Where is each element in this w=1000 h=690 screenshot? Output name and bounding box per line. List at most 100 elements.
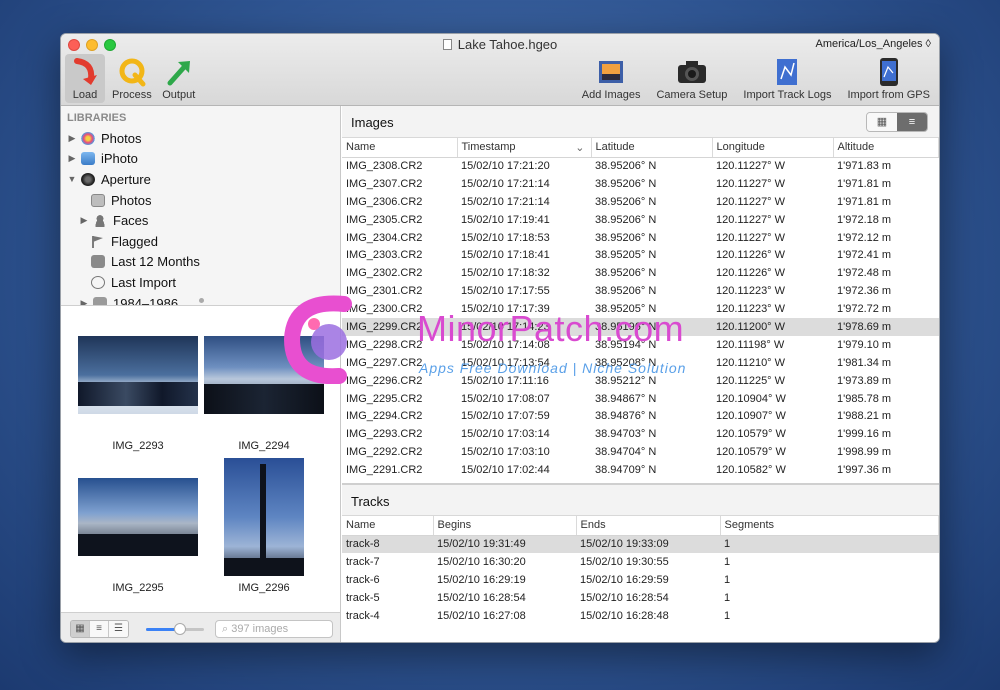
- table-cell: 38.95206° N: [595, 267, 657, 280]
- tracks-column-header[interactable]: Name: [342, 516, 434, 536]
- image-row[interactable]: IMG_2305.CR2 15/02/10 17:19:41 38.95206° N…: [342, 211, 939, 229]
- table-cell: 15/02/10 17:02:44: [461, 464, 550, 477]
- list-view-button[interactable]: ≡: [897, 113, 927, 131]
- images-table-container[interactable]: Name Timestamp ⌄ Latitude Longitude Altitude …: [342, 138, 939, 484]
- image-row[interactable]: IMG_2294.CR2 15/02/10 17:07:59 38.94876° N…: [342, 407, 939, 425]
- sidebar-item-aperture-photos[interactable]: Photos: [61, 190, 340, 211]
- process-q-icon: [115, 56, 149, 88]
- table-cell: 1'978.69 m: [833, 318, 939, 336]
- images-table-body: IMG_2308.CR2 15/02/10 17:21:20 38.95206° N…: [342, 157, 939, 483]
- import-track-logs-button[interactable]: Import Track Logs: [740, 54, 834, 103]
- table-cell: 1'981.34 m: [837, 356, 892, 369]
- image-row[interactable]: IMG_2307.CR2 15/02/10 17:21:14 38.95206° N…: [342, 175, 939, 193]
- table-cell: 15/02/10 19:33:09: [576, 535, 720, 553]
- images-column-header[interactable]: Longitude: [712, 138, 834, 158]
- table-cell: 38.94876° N: [595, 410, 657, 423]
- images-column-header[interactable]: Timestamp ⌄: [457, 138, 592, 158]
- table-cell: 1'971.81 m: [837, 195, 892, 208]
- tracks-column-header[interactable]: Begins: [433, 516, 577, 536]
- detail-view-icon[interactable]: ☰: [109, 621, 128, 637]
- thumbnail-size-slider[interactable]: [146, 623, 204, 635]
- image-search-field[interactable]: ⌕ 397 images: [215, 620, 333, 638]
- image-row[interactable]: IMG_2303.CR2 15/02/10 17:18:41 38.95205° N…: [342, 246, 939, 264]
- images-column-header[interactable]: Name: [342, 138, 458, 158]
- table-cell: 15/02/10 16:28:54: [580, 591, 669, 604]
- image-row[interactable]: IMG_2298.CR2 15/02/10 17:14:08 38.95194° N…: [342, 336, 939, 354]
- table-cell: 15/02/10 16:28:54: [437, 591, 526, 604]
- image-row[interactable]: IMG_2304.CR2 15/02/10 17:18:53 38.95206° N…: [342, 229, 939, 247]
- image-row[interactable]: IMG_2295.CR2 15/02/10 17:08:07 38.94867° N…: [342, 390, 939, 408]
- sort-chevron-icon: ⌄: [575, 141, 585, 154]
- track-row[interactable]: track-4 15/02/10 16:27:08 15/02/10 16:28:4…: [342, 607, 939, 625]
- load-button[interactable]: Load: [65, 54, 105, 103]
- image-row[interactable]: IMG_2292.CR2 15/02/10 17:03:10 38.94704° N…: [342, 443, 939, 461]
- tracks-column-header[interactable]: Ends: [576, 516, 721, 536]
- list-view-icon[interactable]: ≡: [90, 621, 109, 637]
- table-cell: 1'972.36 m: [837, 285, 892, 298]
- load-arrow-icon: [68, 56, 102, 88]
- sidebar-item-iphoto[interactable]: ▶ iPhoto: [61, 149, 340, 170]
- output-arrow-icon: [162, 56, 196, 88]
- output-button[interactable]: Output: [159, 54, 199, 103]
- add-images-button[interactable]: Add Images: [579, 54, 644, 103]
- tracks-column-header[interactable]: Segments: [720, 516, 939, 536]
- table-cell: 15/02/10 17:13:54: [461, 356, 550, 369]
- pane-splitter[interactable]: [199, 298, 204, 303]
- sidebar: LIBRARIES ▶ Photos ▶ iPhoto ▼ Aperture P…: [61, 106, 341, 642]
- table-cell: 15/02/10 19:31:49: [433, 535, 576, 553]
- thumbnail-img-2295[interactable]: IMG_2295: [78, 478, 198, 594]
- image-row[interactable]: IMG_2293.CR2 15/02/10 17:03:14 38.94703° N…: [342, 425, 939, 443]
- sidebar-item-flagged[interactable]: Flagged: [61, 231, 340, 252]
- images-header: Images ▦ ≡: [342, 106, 939, 138]
- track-row[interactable]: track-5 15/02/10 16:28:54 15/02/10 16:28:5…: [342, 589, 939, 607]
- image-row[interactable]: IMG_2296.CR2 15/02/10 17:11:16 38.95212° N…: [342, 372, 939, 390]
- import-from-gps-button[interactable]: Import from GPS: [844, 54, 933, 103]
- sidebar-item-photos[interactable]: ▶ Photos: [61, 128, 340, 149]
- timezone-selector[interactable]: America/Los_Angeles ◊: [816, 38, 932, 50]
- table-cell: 38.95206° N: [595, 195, 657, 208]
- libraries-pane: LIBRARIES ▶ Photos ▶ iPhoto ▼ Aperture P…: [61, 106, 340, 306]
- window-title: Lake Tahoe.hgeo: [61, 37, 939, 52]
- track-row[interactable]: track-7 15/02/10 16:30:20 15/02/10 19:30:5…: [342, 553, 939, 571]
- table-cell: 15/02/10 16:29:59: [580, 573, 669, 586]
- image-row[interactable]: IMG_2291.CR2 15/02/10 17:02:44 38.94709° N…: [342, 461, 939, 479]
- table-cell: 38.95206° N: [595, 160, 657, 173]
- table-cell: 1'999.16 m: [837, 428, 892, 441]
- main-content: Images ▦ ≡ Name Timestamp ⌄ Latitude Longitu…: [342, 106, 939, 642]
- slider-knob[interactable]: [174, 623, 186, 635]
- image-row[interactable]: IMG_2299.CR2 15/02/10 17:14:23 38.95196° N…: [342, 318, 939, 336]
- faces-icon: [93, 214, 107, 228]
- image-row[interactable]: IMG_2300.CR2 15/02/10 17:17:39 38.95205° N…: [342, 300, 939, 318]
- thumbnail-img-2293[interactable]: IMG_2293: [78, 336, 198, 452]
- image-row[interactable]: IMG_2308.CR2 15/02/10 17:21:20 38.95206° N…: [342, 157, 939, 175]
- camera-icon: [675, 56, 709, 88]
- process-button[interactable]: Process: [109, 54, 155, 103]
- sidebar-item-last-12-months[interactable]: Last 12 Months: [61, 252, 340, 273]
- images-column-header[interactable]: Latitude: [591, 138, 713, 158]
- sidebar-item-aperture[interactable]: ▼ Aperture: [61, 169, 340, 190]
- table-cell: 15/02/10 17:21:14: [461, 177, 550, 190]
- image-row[interactable]: IMG_2297.CR2 15/02/10 17:13:54 38.95208° N…: [342, 354, 939, 372]
- add-images-icon: [594, 56, 628, 88]
- image-row[interactable]: IMG_2301.CR2 15/02/10 17:17:55 38.95206° N…: [342, 282, 939, 300]
- table-cell: track-5: [346, 591, 380, 604]
- grid-view-icon[interactable]: ▦: [71, 621, 90, 637]
- table-cell: 15/02/10 17:21:20: [461, 160, 550, 173]
- table-cell: 15/02/10 17:14:08: [461, 338, 550, 351]
- grid-view-button[interactable]: ▦: [867, 113, 897, 131]
- track-row[interactable]: track-8 15/02/10 19:31:49 15/02/10 19:33:0…: [342, 535, 939, 553]
- table-cell: 1'972.48 m: [837, 267, 892, 280]
- sidebar-item-faces[interactable]: ▶ Faces: [61, 210, 340, 231]
- image-row[interactable]: IMG_2302.CR2 15/02/10 17:18:32 38.95206° N…: [342, 264, 939, 282]
- camera-setup-button[interactable]: Camera Setup: [653, 54, 730, 103]
- track-row[interactable]: track-6 15/02/10 16:29:19 15/02/10 16:29:5…: [342, 571, 939, 589]
- thumbnail-view-mode: ▦ ≡ ☰: [70, 620, 129, 638]
- images-column-header[interactable]: Altitude: [833, 138, 939, 158]
- sidebar-item-last-import[interactable]: Last Import: [61, 272, 340, 293]
- thumbnail-img-2296[interactable]: IMG_2296: [204, 458, 324, 594]
- thumbnail-img-2294[interactable]: IMG_2294: [204, 336, 324, 452]
- table-cell: 38.95196° N: [591, 318, 712, 336]
- table-cell: 1'979.10 m: [837, 338, 892, 351]
- image-row[interactable]: IMG_2306.CR2 15/02/10 17:21:14 38.95206° N…: [342, 193, 939, 211]
- table-cell: 15/02/10 17:17:55: [461, 285, 550, 298]
